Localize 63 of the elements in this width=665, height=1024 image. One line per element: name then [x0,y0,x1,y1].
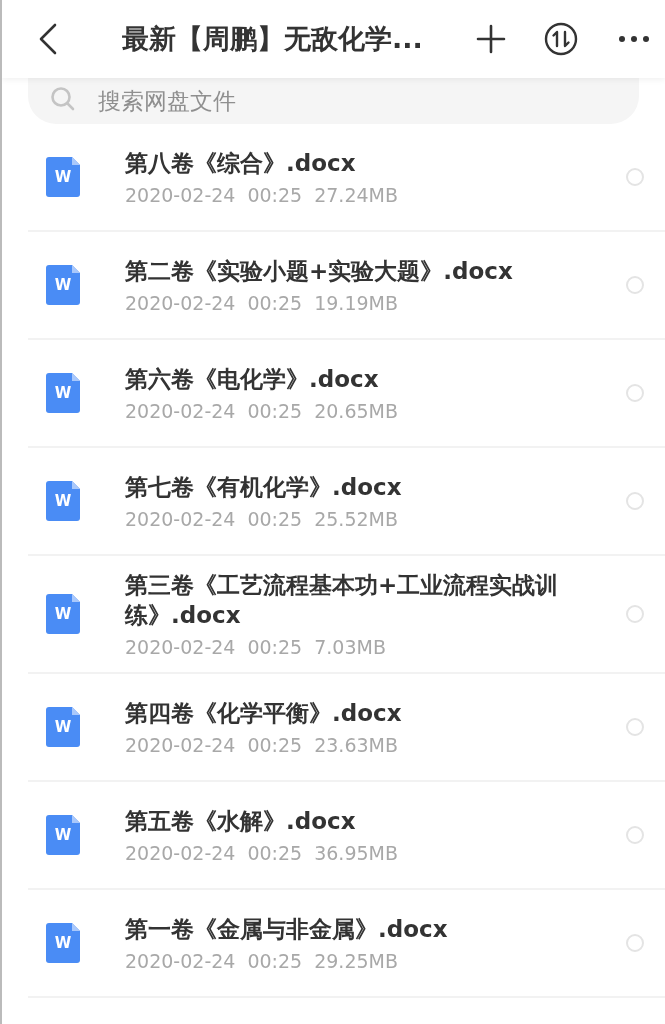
file-date: 2020-02-24 [125,842,236,864]
file-row[interactable]: W 第三卷《工艺流程基本功+工业流程实战训练》.docx 2020-02-24 00:25 7.03MB [28,556,665,674]
file-name: 第一卷《金属与非金属》.docx [125,915,449,944]
file-date: 2020-02-24 [125,734,236,756]
search-field[interactable]: 搜索网盘文件 [28,78,639,124]
search-icon [50,86,76,112]
file-date: 2020-02-24 [125,508,236,530]
select-radio[interactable] [626,168,644,186]
file-row[interactable]: W 第四卷《化学平衡》.docx 2020-02-24 00:25 23.63MB [28,674,665,782]
file-name: 第五卷《水解》.docx [125,807,357,836]
document-icon: W [46,923,80,963]
file-date: 2020-02-24 [125,184,236,206]
file-date: 2020-02-24 [125,400,236,422]
file-name: 第六卷《电化学》.docx [125,365,380,394]
file-time: 00:25 [247,636,303,658]
file-time: 00:25 [247,950,303,972]
select-radio[interactable] [626,718,644,736]
file-size: 19.19MB [314,292,398,314]
file-row[interactable]: W 第一卷《金属与非金属》.docx 2020-02-24 00:25 29.25MB [28,890,665,998]
file-size: 23.63MB [314,734,398,756]
file-size: 20.65MB [314,400,398,422]
sort-icon[interactable] [544,22,578,56]
document-icon: W [46,594,80,634]
file-name: 第四卷《化学平衡》.docx [125,699,403,728]
select-radio[interactable] [626,605,644,623]
document-icon: W [46,815,80,855]
file-size: 29.25MB [314,950,398,972]
file-name: 第八卷《综合》.docx [125,149,357,178]
file-row[interactable]: W 第八卷《综合》.docx 2020-02-24 00:25 27.24MB [28,124,665,232]
file-time: 00:25 [247,508,303,530]
file-row[interactable]: W 第二卷《实验小题+实验大题》.docx 2020-02-24 00:25 19.19MB [28,232,665,340]
document-icon: W [46,707,80,747]
file-time: 00:25 [247,400,303,422]
document-icon: W [46,373,80,413]
file-size: 27.24MB [314,184,398,206]
document-icon: W [46,265,80,305]
file-name: 第二卷《实验小题+实验大题》.docx [125,257,514,286]
file-time: 00:25 [247,842,303,864]
file-size: 25.52MB [314,508,398,530]
more-icon[interactable] [618,35,650,43]
folder-title: 最新【周鹏】无敌化学... [122,22,424,56]
select-radio[interactable] [626,492,644,510]
add-icon[interactable] [476,24,506,54]
select-radio[interactable] [626,934,644,952]
file-time: 00:25 [247,184,303,206]
file-time: 00:25 [247,734,303,756]
file-name: 第三卷《工艺流程基本功+工业流程实战训练》.docx [125,571,560,630]
file-date: 2020-02-24 [125,292,236,314]
back-icon[interactable] [38,23,58,55]
select-radio[interactable] [626,384,644,402]
document-icon: W [46,157,80,197]
file-name: 第七卷《有机化学》.docx [125,473,403,502]
file-size: 36.95MB [314,842,398,864]
file-row[interactable]: W 第七卷《有机化学》.docx 2020-02-24 00:25 25.52MB [28,448,665,556]
file-size: 7.03MB [314,636,386,658]
file-row[interactable]: W 第六卷《电化学》.docx 2020-02-24 00:25 20.65MB [28,340,665,448]
file-date: 2020-02-24 [125,636,236,658]
document-icon: W [46,481,80,521]
file-date: 2020-02-24 [125,950,236,972]
file-time: 00:25 [247,292,303,314]
select-radio[interactable] [626,826,644,844]
file-row[interactable]: W 第五卷《水解》.docx 2020-02-24 00:25 36.95MB [28,782,665,890]
select-radio[interactable] [626,276,644,294]
